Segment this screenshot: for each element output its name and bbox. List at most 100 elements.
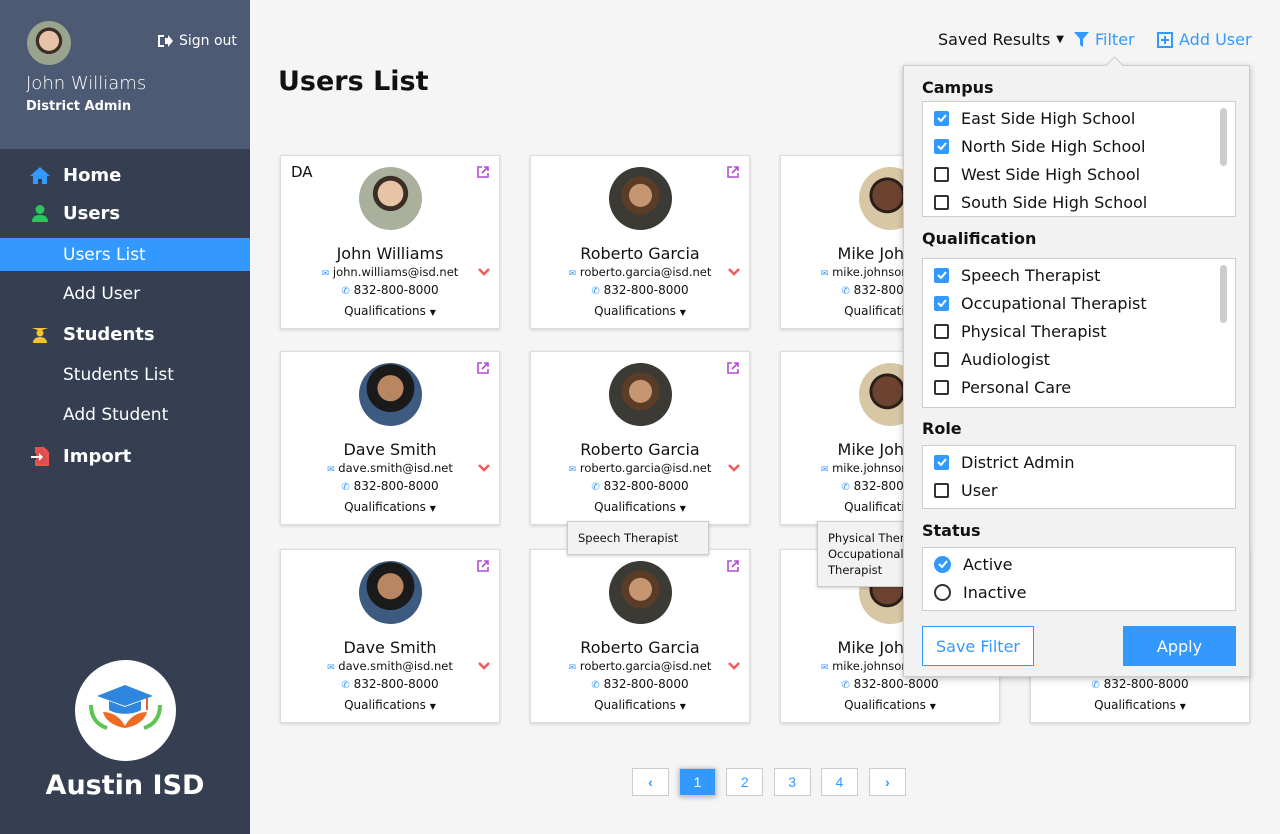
qualifications-dropdown[interactable]: Qualifications ▼	[531, 304, 749, 318]
checkbox[interactable]	[934, 379, 949, 395]
avatar	[27, 21, 71, 65]
sidebar-item-students[interactable]: Students	[0, 318, 250, 351]
chevron-left-icon: ‹	[648, 774, 653, 790]
checkbox[interactable]	[934, 323, 949, 339]
checkbox[interactable]	[934, 454, 949, 470]
filter-option[interactable]: Speech Therapist	[923, 261, 1235, 289]
sign-out-button[interactable]: Sign out	[157, 33, 237, 49]
sidebar: Sign out John Williams District Admin Ho…	[0, 0, 250, 834]
filter-option[interactable]: Personal Care	[923, 373, 1235, 401]
filter-option[interactable]: South Side High School	[923, 188, 1235, 216]
checkbox[interactable]	[934, 194, 949, 210]
user-phone: ✆ 832-800-8000	[531, 479, 749, 493]
qualifications-dropdown[interactable]: Qualifications ▼	[531, 500, 749, 514]
phone-text: 832-800-8000	[603, 677, 689, 691]
filter-option[interactable]: West Side High School	[923, 160, 1235, 188]
sidebar-item-students-list[interactable]: Students List	[0, 358, 250, 391]
filter-option[interactable]: Active	[923, 550, 1235, 578]
checkbox[interactable]	[934, 482, 949, 498]
user-phone: ✆ 832-800-8000	[281, 677, 499, 691]
filter-icon	[1074, 32, 1089, 47]
previous-page-button[interactable]: ‹	[632, 768, 669, 796]
checkbox[interactable]	[934, 295, 949, 311]
role-badge: DA	[291, 163, 313, 181]
scrollbar[interactable]	[1220, 108, 1227, 166]
qualifications-dropdown[interactable]: Qualifications ▼	[281, 500, 499, 514]
page-2-button[interactable]: 2	[726, 768, 764, 796]
filter-role-list: District Admin User	[922, 445, 1236, 509]
sidebar-item-label: Home	[63, 165, 122, 186]
add-user-label: Add User	[1179, 30, 1252, 49]
filter-option[interactable]: User	[923, 476, 1235, 504]
qualifications-dropdown[interactable]: Qualifications ▼	[1031, 698, 1249, 712]
user-card: Roberto Garcia ✉ roberto.garcia@isd.net ✆ …	[530, 549, 750, 723]
page-3-button[interactable]: 3	[773, 768, 811, 796]
qualifications-dropdown[interactable]: Qualifications ▼	[281, 698, 499, 712]
edit-external-icon[interactable]	[727, 557, 739, 576]
checkbox[interactable]	[934, 110, 949, 126]
option-label: South Side High School	[961, 192, 1148, 212]
filter-option[interactable]: District Admin	[923, 448, 1235, 476]
filter-option[interactable]: Audiologist	[923, 345, 1235, 373]
page-1-button[interactable]: 1	[679, 768, 716, 796]
caret-down-icon: ▼	[679, 308, 686, 317]
radio-button[interactable]	[934, 555, 951, 573]
filter-option[interactable]: North Side High School	[923, 132, 1235, 160]
user-email: ✉ john.williams@isd.net	[281, 265, 499, 279]
checkbox[interactable]	[934, 267, 949, 283]
checkbox[interactable]	[934, 138, 949, 154]
checkbox[interactable]	[934, 166, 949, 182]
chevron-right-icon: ›	[885, 774, 890, 790]
qualifications-dropdown[interactable]: Qualifications ▼	[281, 304, 499, 318]
radio-button[interactable]	[934, 583, 951, 601]
filter-option[interactable]: Occupational Therapist	[923, 289, 1235, 317]
page-4-button[interactable]: 4	[820, 768, 858, 796]
sidebar-item-users-list[interactable]: Users List	[0, 238, 250, 271]
filter-option[interactable]: Inactive	[923, 578, 1235, 606]
user-phone: ✆ 832-800-8000	[1031, 677, 1249, 691]
qualifications-dropdown[interactable]: Qualifications ▼	[781, 698, 999, 712]
apply-button[interactable]: Apply	[1123, 626, 1236, 666]
scrollbar[interactable]	[1220, 265, 1227, 323]
sidebar-item-add-user[interactable]: Add User	[0, 277, 250, 310]
sidebar-item-add-student[interactable]: Add Student	[0, 398, 250, 431]
sidebar-item-home[interactable]: Home	[0, 159, 250, 192]
sign-out-icon	[158, 35, 173, 47]
sidebar-item-users[interactable]: Users	[0, 197, 250, 230]
edit-external-icon[interactable]	[727, 163, 739, 182]
phone-text: 832-800-8000	[353, 283, 439, 297]
phone-icon: ✆	[341, 680, 350, 691]
save-filter-button[interactable]: Save Filter	[922, 626, 1034, 666]
user-card: Roberto Garcia ✉ roberto.garcia@isd.net ✆ …	[530, 351, 750, 525]
checkbox[interactable]	[934, 351, 949, 367]
next-page-button[interactable]: ›	[869, 768, 906, 796]
mail-icon: ✉	[820, 663, 829, 673]
phone-text: 832-800-8000	[603, 283, 689, 297]
edit-external-icon[interactable]	[477, 557, 489, 576]
email-text: roberto.garcia@isd.net	[579, 265, 712, 279]
district-logo	[75, 660, 176, 761]
filter-button[interactable]: Filter	[1074, 30, 1135, 49]
qualifications-label: Qualifications	[344, 698, 426, 712]
avatar	[359, 561, 422, 624]
saved-results-dropdown[interactable]: Saved Results ▼	[938, 30, 1064, 49]
filter-option[interactable]: East Side High School	[923, 104, 1235, 132]
add-user-button[interactable]: Add User	[1157, 30, 1252, 49]
filter-group-title: Status	[922, 521, 981, 540]
option-label: Inactive	[963, 582, 1027, 602]
user-role: District Admin	[26, 99, 132, 114]
edit-external-icon[interactable]	[477, 359, 489, 378]
user-name: Roberto Garcia	[580, 440, 700, 459]
sidebar-item-label: Students	[63, 324, 155, 345]
qualifications-tooltip: Speech Therapist	[567, 521, 709, 555]
edit-external-icon[interactable]	[727, 359, 739, 378]
qualifications-dropdown[interactable]: Qualifications ▼	[531, 698, 749, 712]
edit-external-icon[interactable]	[477, 163, 489, 182]
sidebar-item-import[interactable]: Import	[0, 440, 250, 473]
caret-down-icon: ▼	[1179, 702, 1186, 711]
phone-icon: ✆	[341, 482, 350, 493]
user-phone: ✆ 832-800-8000	[531, 283, 749, 297]
option-label: Occupational Therapist	[961, 293, 1147, 313]
filter-option[interactable]: Physical Therapist	[923, 317, 1235, 345]
avatar	[609, 363, 672, 426]
